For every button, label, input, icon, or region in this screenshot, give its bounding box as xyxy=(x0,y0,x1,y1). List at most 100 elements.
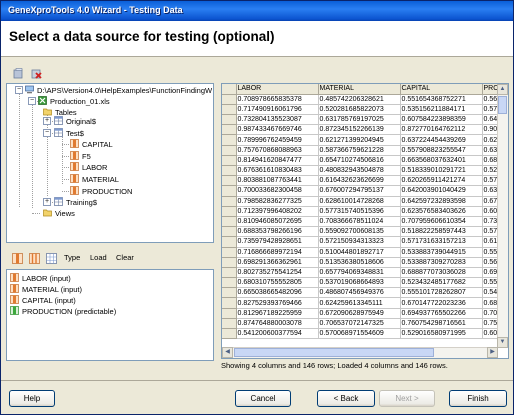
help-button[interactable]: Help xyxy=(9,390,55,407)
table-cell[interactable]: 0.789996762459459 xyxy=(236,134,319,146)
table-row[interactable]: 0.712397996408202 0.577315740515396 0.6235… xyxy=(222,206,503,217)
table-cell[interactable]: 0.663568037632401 xyxy=(400,155,483,167)
table-cell[interactable]: 0.712397996408202 xyxy=(236,206,319,217)
table-cell[interactable]: 0.551654368752271 xyxy=(400,94,483,105)
row-header[interactable] xyxy=(222,185,237,197)
scroll-up-button[interactable]: ▲ xyxy=(497,84,508,95)
table-cell[interactable]: 0.620265911421274 xyxy=(400,175,483,187)
list-item[interactable]: PRODUCTION (predictable) xyxy=(10,306,116,317)
table-cell[interactable]: 0.480832943504878 xyxy=(318,165,401,177)
table-cell[interactable]: 0.827529393769466 xyxy=(236,297,319,309)
table-cell[interactable]: 0.624259613345111 xyxy=(318,297,401,309)
table-cell[interactable]: 0.657794069348831 xyxy=(318,267,401,279)
horizontal-scrollbar[interactable]: ◀ ▶ xyxy=(222,347,498,358)
add-all-button[interactable] xyxy=(9,250,25,266)
table-cell[interactable]: 0.760754298716561 xyxy=(400,318,483,330)
grid-view-button[interactable] xyxy=(43,250,59,266)
list-item[interactable]: LABOR (input) xyxy=(10,273,71,284)
table-cell[interactable]: 0.577315740515396 xyxy=(318,206,401,217)
table-row[interactable]: 0.716866689972194 0.510044801892717 0.5338… xyxy=(222,247,503,258)
type-button[interactable]: Type xyxy=(64,253,80,262)
row-header[interactable] xyxy=(222,175,237,187)
row-header[interactable] xyxy=(222,145,237,156)
scroll-down-button[interactable]: ▼ xyxy=(497,337,508,348)
tree-node-test[interactable]: Test$ xyxy=(54,128,84,139)
cancel-button[interactable]: Cancel xyxy=(235,390,291,407)
table-cell[interactable]: 0.529016580971995 xyxy=(400,328,483,340)
scroll-thumb[interactable] xyxy=(234,348,434,357)
table-row[interactable]: 0.665038665482096 0.486807456949376 0.5551… xyxy=(222,287,503,299)
row-header[interactable] xyxy=(222,216,237,228)
table-row[interactable]: 0.814941620847477 0.654710274506816 0.6635… xyxy=(222,155,503,167)
row-header[interactable] xyxy=(222,257,237,268)
table-cell[interactable]: 0.523432485177682 xyxy=(400,277,483,289)
column-header[interactable]: CAPITAL xyxy=(400,84,483,95)
table-row[interactable]: 0.798582836277325 0.628610014728268 0.6425… xyxy=(222,196,503,207)
scroll-left-button[interactable]: ◀ xyxy=(222,347,233,358)
data-grid[interactable]: LABOR MATERIAL CAPITAL PRO 0.70897866583… xyxy=(221,83,509,359)
tree-node-column[interactable]: PRODUCTION xyxy=(70,186,132,197)
table-cell[interactable]: 0.708366678511024 xyxy=(318,216,401,228)
tree-node-column[interactable]: F5 xyxy=(70,151,91,162)
table-cell[interactable]: 0.874764880003078 xyxy=(236,318,319,330)
row-header[interactable] xyxy=(222,94,237,105)
list-item[interactable]: MATERIAL (input) xyxy=(10,284,82,295)
row-header[interactable] xyxy=(222,287,237,299)
table-cell[interactable]: 0.510044801892717 xyxy=(318,247,401,258)
table-cell[interactable]: 0.607584223898359 xyxy=(400,114,483,126)
table-row[interactable]: 0.680310755552805 0.537019068664893 0.5234… xyxy=(222,277,503,289)
row-header[interactable] xyxy=(222,155,237,167)
table-cell[interactable]: 0.520281685822073 xyxy=(318,104,401,116)
table-row[interactable]: 0.757670868088963 0.587366759621228 0.5579… xyxy=(222,145,503,156)
tree-expand-original[interactable]: + xyxy=(43,117,51,125)
tree-node-views[interactable]: Views xyxy=(43,208,75,219)
column-header[interactable]: MATERIAL xyxy=(318,84,401,95)
table-cell[interactable]: 0.810946085072695 xyxy=(236,216,319,228)
select-columns-button[interactable] xyxy=(26,250,42,266)
table-cell[interactable]: 0.518822258597443 xyxy=(400,226,483,238)
tree-node-column[interactable]: CAPITAL xyxy=(70,139,113,150)
table-cell[interactable]: 0.555101728262807 xyxy=(400,287,483,299)
tree-node-column[interactable]: MATERIAL xyxy=(70,174,119,185)
list-item[interactable]: CAPITAL (input) xyxy=(10,295,76,306)
tree-collapse-test[interactable]: − xyxy=(43,129,51,137)
open-file-button[interactable] xyxy=(10,65,26,81)
table-cell[interactable]: 0.735979428928651 xyxy=(236,236,319,248)
table-row[interactable]: 0.698291366362961 0.513536380518606 0.5338… xyxy=(222,257,503,268)
table-cell[interactable]: 0.570068971554609 xyxy=(318,328,401,340)
tree-expand-training[interactable]: + xyxy=(43,198,51,206)
table-cell[interactable]: 0.486807456949376 xyxy=(318,287,401,299)
tree-node-training[interactable]: Training$ xyxy=(54,197,97,208)
table-row[interactable]: 0.700033682300458 0.676007294795137 0.6420… xyxy=(222,185,503,197)
table-row[interactable]: 0.735979428928651 0.572150934313323 0.5717… xyxy=(222,236,503,248)
table-cell[interactable]: 0.571731633157213 xyxy=(400,236,483,248)
table-cell[interactable]: 0.717490916061796 xyxy=(236,104,319,116)
vertical-scrollbar[interactable]: ▲ ▼ xyxy=(497,84,508,348)
table-row[interactable]: 0.732804135523087 0.631785769197025 0.6075… xyxy=(222,114,503,126)
table-cell[interactable]: 0.665038665482096 xyxy=(236,287,319,299)
table-cell[interactable]: 0.616432623626699 xyxy=(318,175,401,187)
table-row[interactable]: 0.676361610830483 0.480832943504878 0.5183… xyxy=(222,165,503,177)
row-header[interactable] xyxy=(222,328,237,340)
table-row[interactable]: 0.708978665835378 0.485742206328621 0.5516… xyxy=(222,94,503,105)
table-cell[interactable]: 0.732804135523087 xyxy=(236,114,319,126)
table-cell[interactable]: 0.798582836277325 xyxy=(236,196,319,207)
table-row[interactable]: 0.812967189225959 0.672090628975949 0.6949… xyxy=(222,308,503,319)
table-cell[interactable]: 0.694937765502266 xyxy=(400,308,483,319)
row-header[interactable] xyxy=(222,196,237,207)
table-cell[interactable]: 0.987433467669746 xyxy=(236,124,319,136)
table-cell[interactable]: 0.680310755552805 xyxy=(236,277,319,289)
table-row[interactable]: 0.827529393769466 0.624259613345111 0.6701… xyxy=(222,297,503,309)
table-row[interactable]: 0.541200600377594 0.570068971554609 0.5290… xyxy=(222,328,503,340)
table-cell[interactable]: 0.642597232893598 xyxy=(400,196,483,207)
row-header[interactable] xyxy=(222,277,237,289)
row-header[interactable] xyxy=(222,318,237,330)
tree-node-file[interactable]: Production_01.xls xyxy=(38,96,110,107)
table-cell[interactable]: 0.518339010291721 xyxy=(400,165,483,177)
table-cell[interactable]: 0.535156211884171 xyxy=(400,104,483,116)
table-row[interactable]: 0.789996762459459 0.621271399204945 0.6372… xyxy=(222,134,503,146)
table-cell[interactable]: 0.485742206328621 xyxy=(318,94,401,105)
table-row[interactable]: 0.810946085072695 0.708366678511024 0.7079… xyxy=(222,216,503,228)
table-cell[interactable]: 0.757670868088963 xyxy=(236,145,319,156)
table-cell[interactable]: 0.802735275541254 xyxy=(236,267,319,279)
